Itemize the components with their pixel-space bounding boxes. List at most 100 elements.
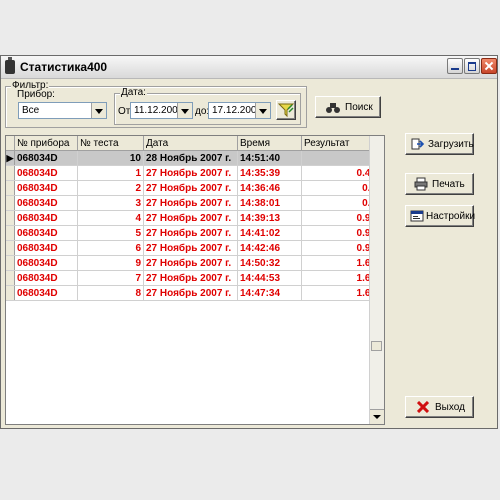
exit-button-label: Выход — [435, 402, 465, 413]
cell-result: 0.5 — [301, 195, 379, 211]
cell-date: 28 Ноябрь 2007 г. — [143, 150, 238, 166]
close-x-icon — [417, 401, 429, 413]
date-from-picker[interactable]: 11.12.2007 — [130, 102, 193, 119]
row-indicator — [6, 225, 15, 241]
cell-date: 27 Ноябрь 2007 г. — [143, 180, 238, 196]
cell-result: 0.49 — [301, 165, 379, 181]
cell-time: 14:42:46 — [237, 240, 302, 256]
cell-device: 068034D — [14, 255, 78, 271]
table-row[interactable]: 068034D227 Ноябрь 2007 г.14:36:460.5 — [6, 180, 379, 196]
device-select[interactable]: Все — [18, 102, 107, 119]
cell-time: 14:38:01 — [237, 195, 302, 211]
table-row[interactable]: 068034D 8 27 Ноябрь 2007 г. 14:47:34 1.67 — [6, 285, 379, 301]
row-indicator — [6, 165, 15, 181]
cell-result: 1.67 — [301, 285, 379, 301]
apply-filter-button[interactable] — [276, 100, 296, 120]
cell-result: 1.65 — [301, 255, 379, 271]
cell-test: 5 — [77, 225, 144, 241]
cell-device: 068034D — [14, 165, 78, 181]
scroll-down-arrow-icon[interactable] — [370, 409, 384, 424]
cell-time: 14:41:02 — [237, 225, 302, 241]
date-from-value: 11.12.2007 — [134, 105, 184, 116]
row-indicator — [6, 240, 15, 256]
cell-device: 068034D — [14, 195, 78, 211]
cell-time: 14:51:40 — [237, 150, 302, 166]
scrollbar-thumb[interactable] — [371, 341, 382, 351]
load-button-label: Загрузить — [428, 139, 474, 150]
cell-result: 0 — [301, 150, 379, 166]
table-row[interactable]: 068034D 4 27 Ноябрь 2007 г. 14:39:13 0.96 — [6, 210, 379, 226]
cell-test: 4 — [77, 210, 144, 226]
cell-date: 27 Ноябрь 2007 г. — [143, 195, 238, 211]
cell-date: 27 Ноябрь 2007 г. — [143, 285, 238, 301]
col-date-header[interactable]: Дата — [143, 136, 238, 151]
cell-device: 068034D — [14, 180, 78, 196]
settings-button[interactable]: Настройки — [405, 205, 476, 227]
chevron-down-icon[interactable] — [177, 103, 192, 118]
table-row[interactable]: 068034D327 Ноябрь 2007 г.14:38:010.5 — [6, 195, 379, 211]
table-row[interactable]: 068034D 9 27 Ноябрь 2007 г. 14:50:32 1.65 — [6, 255, 379, 271]
device-select-value: Все — [22, 105, 40, 116]
import-icon — [411, 138, 425, 150]
cell-device: 068034D — [14, 225, 78, 241]
cell-test: 2 — [77, 180, 144, 196]
cell-device: 068034D — [14, 210, 78, 226]
cell-time: 14:36:46 — [237, 180, 302, 196]
cell-result: 0.96 — [301, 240, 379, 256]
filter-icon — [277, 103, 295, 118]
print-button-label: Печать — [432, 179, 465, 190]
col-result-header[interactable]: Результат — [301, 136, 379, 151]
maximize-button[interactable] — [464, 58, 480, 74]
col-test-header[interactable]: № теста — [77, 136, 144, 151]
search-button[interactable]: Поиск — [315, 96, 381, 118]
cell-test: 10 — [77, 150, 144, 166]
table-row[interactable]: 068034D 1 27 Ноябрь 2007 г. 14:35:39 0.49 — [6, 165, 379, 181]
load-button[interactable]: Загрузить — [405, 133, 474, 155]
cell-time: 14:39:13 — [237, 210, 302, 226]
row-indicator — [6, 195, 15, 211]
results-table[interactable]: № прибора № теста Дата Время Результат ▶… — [5, 135, 385, 425]
table-row[interactable]: 068034D 7 27 Ноябрь 2007 г. 14:44:53 1.66 — [6, 270, 379, 286]
cell-test: 1 — [77, 165, 144, 181]
printer-icon — [414, 177, 428, 191]
cell-time: 14:47:34 — [237, 285, 302, 301]
cell-test: 8 — [77, 285, 144, 301]
cell-test: 3 — [77, 195, 144, 211]
table-row[interactable]: 068034D 6 27 Ноябрь 2007 г. 14:42:46 0.96 — [6, 240, 379, 256]
cell-date: 27 Ноябрь 2007 г. — [143, 255, 238, 271]
chevron-down-icon[interactable] — [91, 103, 106, 118]
cell-result: 0.96 — [301, 210, 379, 226]
settings-button-label: Настройки — [426, 211, 476, 222]
chevron-down-icon[interactable] — [255, 103, 270, 118]
row-indicator — [6, 210, 15, 226]
row-indicator-header — [6, 136, 15, 151]
cell-date: 27 Ноябрь 2007 г. — [143, 165, 238, 181]
cell-test: 9 — [77, 255, 144, 271]
cell-device: 068034D — [14, 270, 78, 286]
cell-date: 27 Ноябрь 2007 г. — [143, 240, 238, 256]
cell-test: 6 — [77, 240, 144, 256]
vertical-scrollbar[interactable] — [369, 136, 384, 424]
app-icon — [5, 57, 15, 74]
col-device-header[interactable]: № прибора — [14, 136, 78, 151]
binoculars-icon — [326, 103, 340, 113]
print-button[interactable]: Печать — [405, 173, 474, 195]
table-row[interactable]: ▶068034D1028 Ноябрь 2007 г.14:51:400 — [6, 150, 379, 166]
cell-date: 27 Ноябрь 2007 г. — [143, 225, 238, 241]
exit-button[interactable]: Выход — [405, 396, 474, 418]
cell-time: 14:50:32 — [237, 255, 302, 271]
cell-date: 27 Ноябрь 2007 г. — [143, 270, 238, 286]
search-button-label: Поиск — [345, 102, 373, 113]
window-title: Статистика400 — [20, 60, 108, 74]
date-label: Дата: — [120, 87, 147, 98]
col-time-header[interactable]: Время — [237, 136, 302, 151]
cell-time: 14:44:53 — [237, 270, 302, 286]
table-row[interactable]: 068034D 5 27 Ноябрь 2007 г. 14:41:02 0.96 — [6, 225, 379, 241]
title-bar[interactable]: Статистика400 — [1, 56, 497, 79]
date-to-picker[interactable]: 17.12.2007 — [208, 102, 271, 119]
device-label: Прибор: — [16, 89, 56, 100]
minimize-button[interactable] — [447, 58, 463, 74]
close-button[interactable] — [481, 58, 497, 74]
settings-icon — [410, 210, 424, 222]
cell-result: 0.96 — [301, 225, 379, 241]
